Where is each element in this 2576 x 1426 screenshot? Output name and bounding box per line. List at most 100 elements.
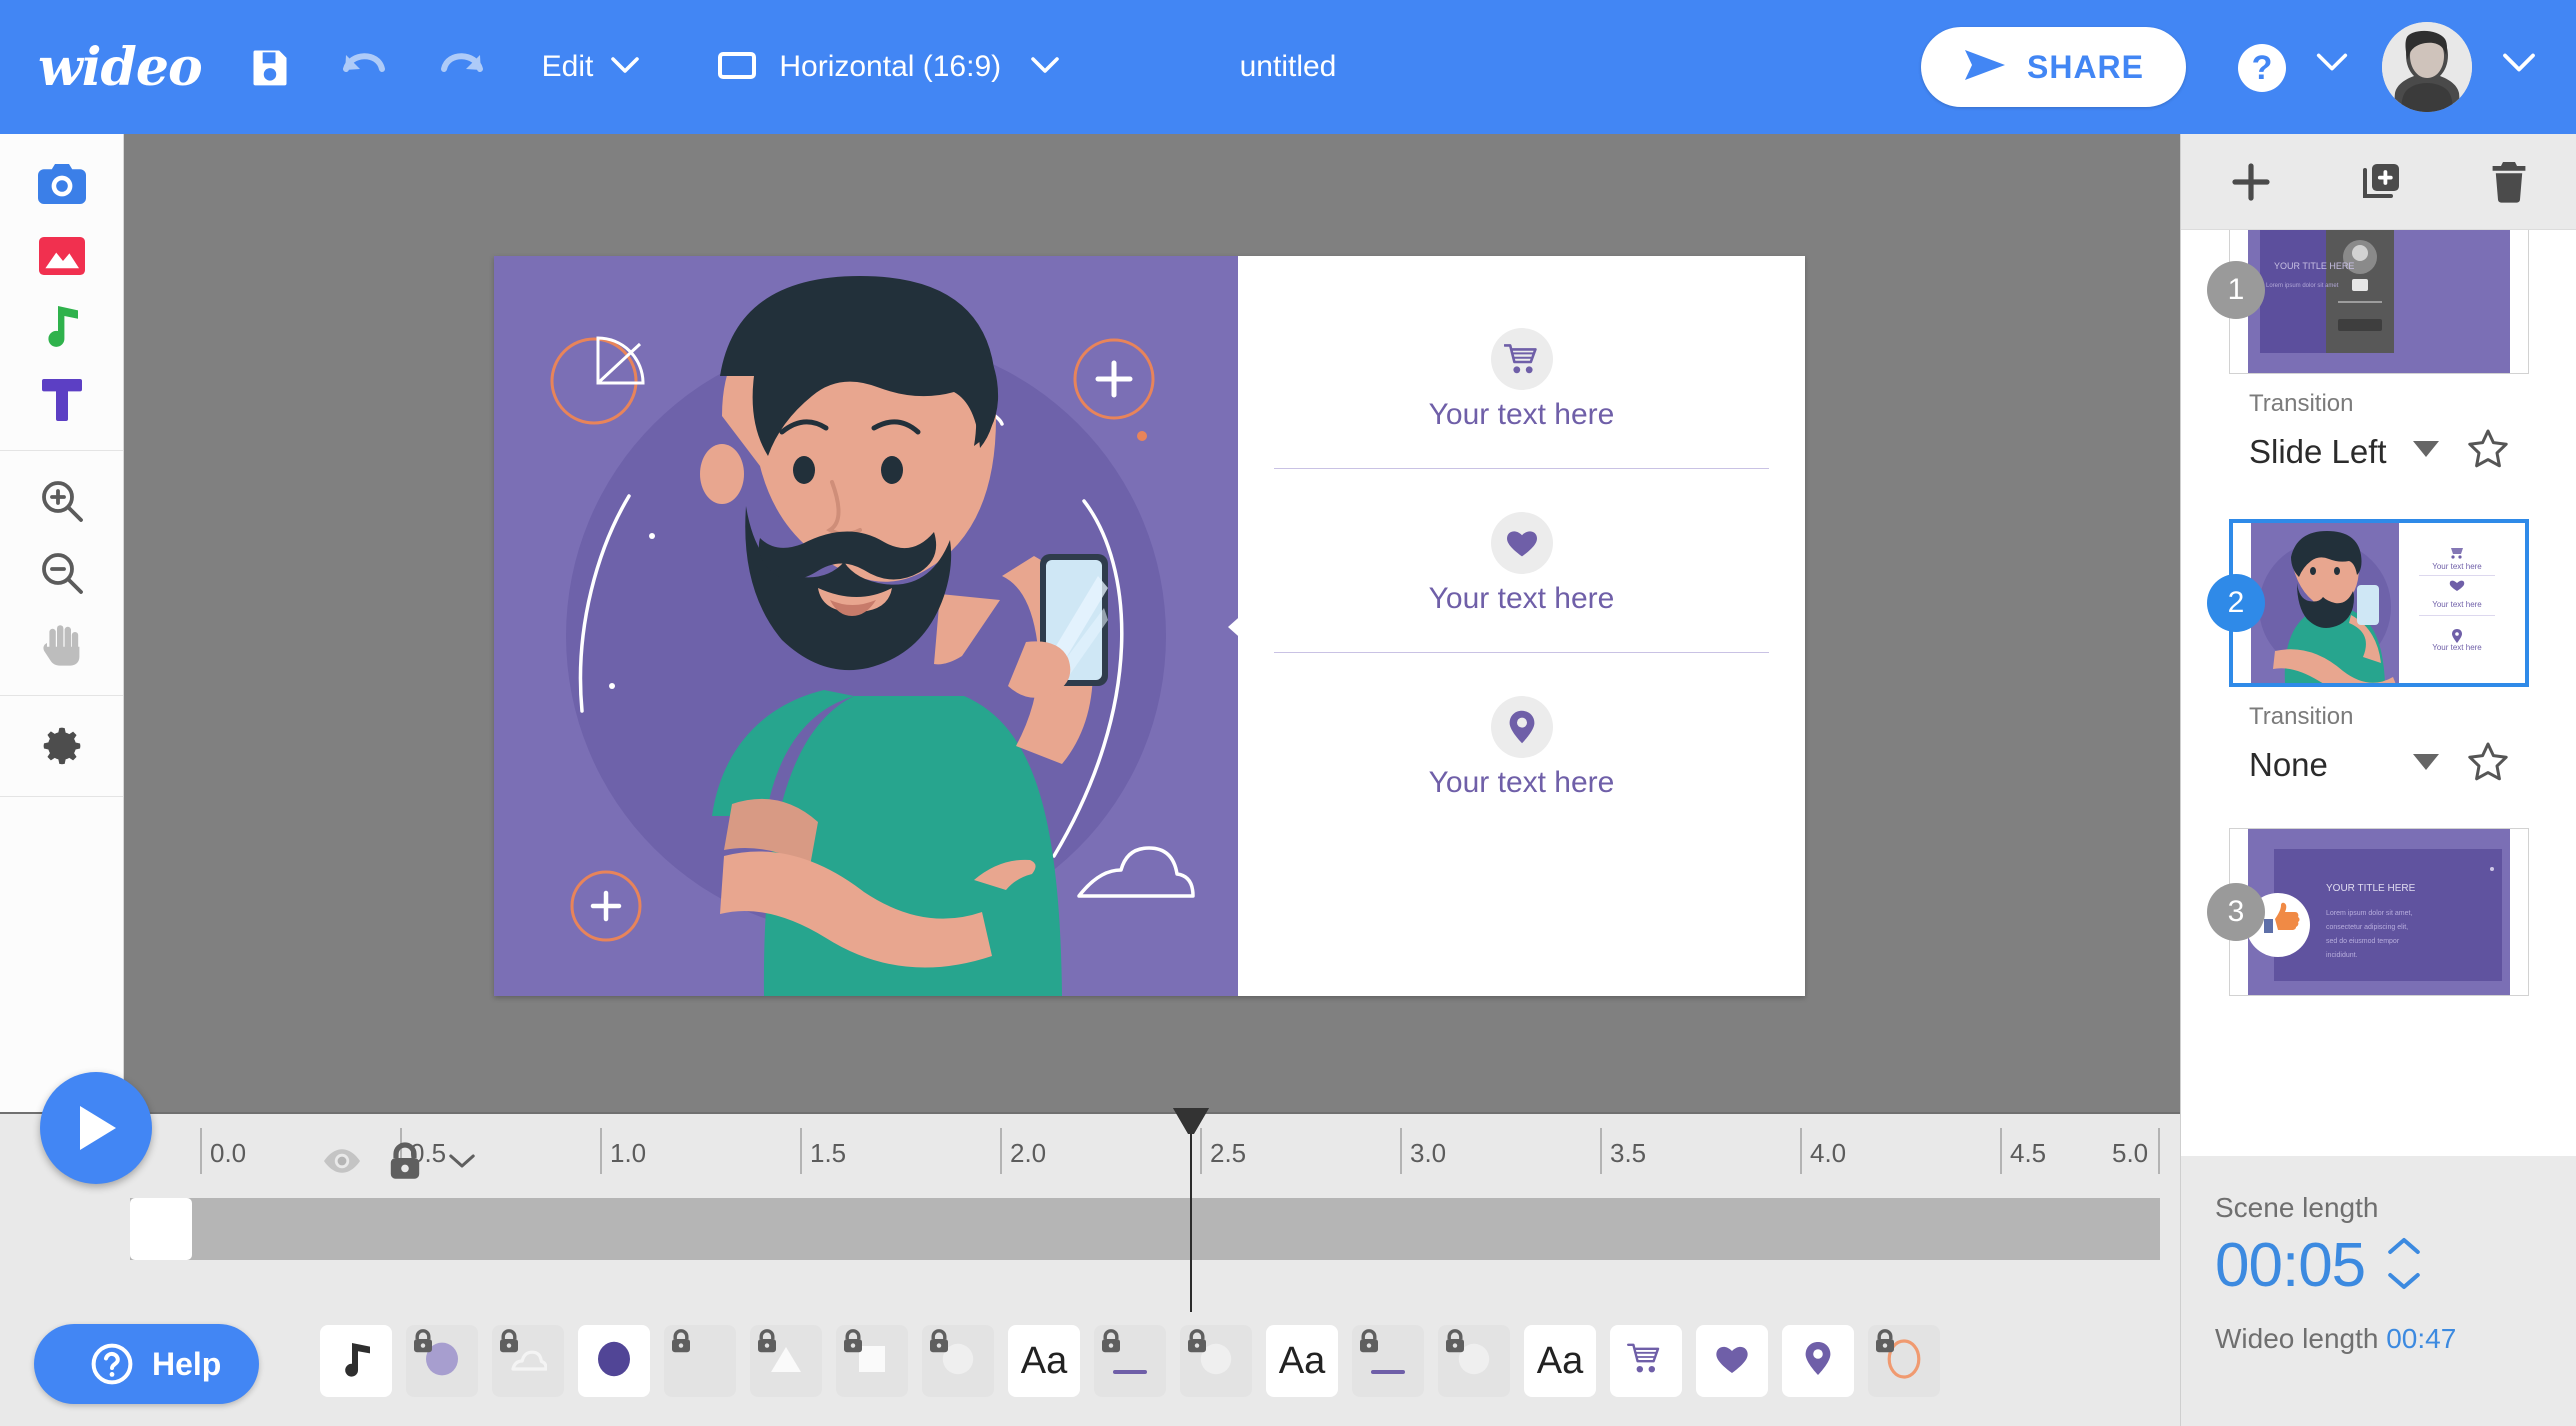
- layer-item[interactable]: [836, 1325, 908, 1397]
- scene-thumbnail[interactable]: YOUR TITLE HERE Lorem ipsum dolor sit am…: [2229, 230, 2529, 374]
- favorite-star-icon[interactable]: [2467, 428, 2509, 475]
- send-icon: [1963, 48, 2007, 87]
- question-circle-icon: [90, 1342, 134, 1386]
- image-icon[interactable]: [0, 220, 123, 292]
- undo-icon[interactable]: [338, 47, 390, 87]
- layer-item[interactable]: [1782, 1325, 1854, 1397]
- layer-item[interactable]: [1352, 1325, 1424, 1397]
- scene-number-badge: 3: [2207, 883, 2265, 941]
- layer-item[interactable]: [578, 1325, 650, 1397]
- aspect-ratio-selector[interactable]: Horizontal (16:9): [717, 50, 1059, 85]
- account-menu-chevron-down-icon[interactable]: [2502, 52, 2536, 78]
- feature-item[interactable]: Your text here: [1278, 512, 1765, 616]
- layer-item[interactable]: [406, 1325, 478, 1397]
- layer-item[interactable]: [1180, 1325, 1252, 1397]
- layer-item[interactable]: [1438, 1325, 1510, 1397]
- feature-item[interactable]: Your text here: [1278, 696, 1765, 800]
- timeline-ruler[interactable]: 0.0 0.5 1.0 1.5 2.0 2.5 3.0 3.5 4.0 4.5 …: [200, 1128, 2160, 1190]
- eye-icon[interactable]: [322, 1148, 362, 1179]
- layer-item[interactable]: [750, 1325, 822, 1397]
- underline-icon: [1371, 1363, 1405, 1381]
- scene-thumbnail[interactable]: YOUR TITLE HERE Lorem ipsum dolor sit am…: [2229, 828, 2529, 996]
- scene-item[interactable]: Your text here Your text here Your text …: [2181, 519, 2576, 788]
- scene-number-badge: 1: [2207, 261, 2265, 319]
- text-aa-icon: Aa: [1536, 1339, 1584, 1382]
- illustration-panel[interactable]: [494, 256, 1238, 996]
- hand-icon[interactable]: [0, 609, 123, 681]
- play-button[interactable]: [40, 1072, 152, 1184]
- rail-group-settings: [0, 696, 123, 797]
- text-icon[interactable]: [0, 364, 123, 436]
- features-panel[interactable]: Your text here Your text here Your text …: [1238, 256, 1805, 996]
- underline-icon: [1113, 1363, 1147, 1381]
- lock-icon: [756, 1329, 778, 1358]
- lock-icon: [1100, 1329, 1122, 1358]
- location-pin-icon: [1804, 1341, 1832, 1382]
- help-button[interactable]: Help: [34, 1324, 260, 1404]
- scene-length-stepper[interactable]: [2387, 1236, 2421, 1296]
- scene-canvas[interactable]: Your text here Your text here Your text …: [494, 256, 1805, 996]
- edit-menu-label: Edit: [541, 50, 594, 83]
- layer-item[interactable]: [1094, 1325, 1166, 1397]
- trash-icon[interactable]: [2489, 160, 2529, 204]
- circle-icon: [597, 1341, 631, 1382]
- layer-item[interactable]: [1868, 1325, 1940, 1397]
- wideo-logo[interactable]: wideo: [38, 37, 203, 98]
- avatar[interactable]: [2382, 22, 2472, 112]
- layer-item[interactable]: Aa: [1266, 1325, 1338, 1397]
- layer-item[interactable]: [1696, 1325, 1768, 1397]
- scene-length-value[interactable]: 00:05: [2215, 1230, 2366, 1301]
- wideo-length-value: 00:47: [2386, 1323, 2457, 1354]
- heart-icon: [1490, 512, 1553, 574]
- layer-item[interactable]: [922, 1325, 994, 1397]
- edit-menu[interactable]: Edit: [542, 50, 640, 84]
- layer-item[interactable]: Aa: [1524, 1325, 1596, 1397]
- layer-item[interactable]: [320, 1325, 392, 1397]
- save-icon[interactable]: [248, 45, 292, 89]
- scene-list[interactable]: YOUR TITLE HERE Lorem ipsum dolor sit am…: [2181, 230, 2576, 1230]
- duplicate-icon[interactable]: [2359, 160, 2403, 204]
- camera-icon[interactable]: [0, 148, 123, 220]
- lock-icon: [1186, 1329, 1208, 1358]
- track-start-handle[interactable]: [130, 1198, 192, 1260]
- project-title[interactable]: untitled: [1240, 50, 1337, 84]
- plus-icon[interactable]: [2229, 160, 2273, 204]
- layer-item[interactable]: [492, 1325, 564, 1397]
- chevron-up-icon[interactable]: [2387, 1236, 2421, 1261]
- zoom-in-icon[interactable]: [0, 465, 123, 537]
- transition-value[interactable]: Slide Left: [2249, 433, 2387, 471]
- feature-divider: [1274, 468, 1769, 469]
- redo-icon[interactable]: [436, 47, 488, 87]
- svg-text:incididunt.: incididunt.: [2326, 952, 2358, 959]
- share-label: SHARE: [2026, 48, 2144, 85]
- help-menu-chevron-down-icon[interactable]: [2316, 52, 2348, 77]
- feature-text: Your text here: [1428, 398, 1615, 431]
- ruler-tick-label: 2.0: [1010, 1138, 1047, 1168]
- layer-item[interactable]: [1610, 1325, 1682, 1397]
- transition-dropdown-caret-icon[interactable]: [2413, 441, 2439, 462]
- music-note-icon[interactable]: [0, 292, 123, 364]
- playhead[interactable]: [1173, 1108, 1209, 1312]
- ruler-tick: 3.0: [1400, 1128, 1446, 1174]
- lock-dropdown-chevron-down-icon[interactable]: [448, 1152, 476, 1175]
- scene-thumbnail[interactable]: Your text here Your text here Your text …: [2229, 519, 2529, 687]
- scene-item[interactable]: YOUR TITLE HERE Lorem ipsum dolor sit am…: [2181, 230, 2576, 475]
- canvas-stage[interactable]: Your text here Your text here Your text …: [124, 134, 2180, 1112]
- transition-dropdown-caret-icon[interactable]: [2413, 754, 2439, 775]
- ruler-tick: 4.5: [2000, 1128, 2046, 1174]
- transition-value[interactable]: None: [2249, 746, 2328, 784]
- feature-item[interactable]: Your text here: [1278, 328, 1765, 432]
- zoom-out-icon[interactable]: [0, 537, 123, 609]
- wideo-length-label: Wideo length: [2215, 1323, 2379, 1354]
- share-button[interactable]: SHARE: [1920, 27, 2186, 107]
- timeline-track[interactable]: [130, 1198, 2160, 1260]
- favorite-star-icon[interactable]: [2467, 741, 2509, 788]
- gear-icon[interactable]: [0, 710, 123, 782]
- layer-item[interactable]: Aa: [1008, 1325, 1080, 1397]
- lock-icon[interactable]: [388, 1142, 422, 1185]
- ruler-tick-label: 1.0: [610, 1138, 647, 1168]
- question-mark-icon[interactable]: ?: [2238, 44, 2286, 92]
- scene-item[interactable]: YOUR TITLE HERE Lorem ipsum dolor sit am…: [2181, 828, 2576, 996]
- layer-item[interactable]: [664, 1325, 736, 1397]
- chevron-down-icon[interactable]: [2387, 1271, 2421, 1296]
